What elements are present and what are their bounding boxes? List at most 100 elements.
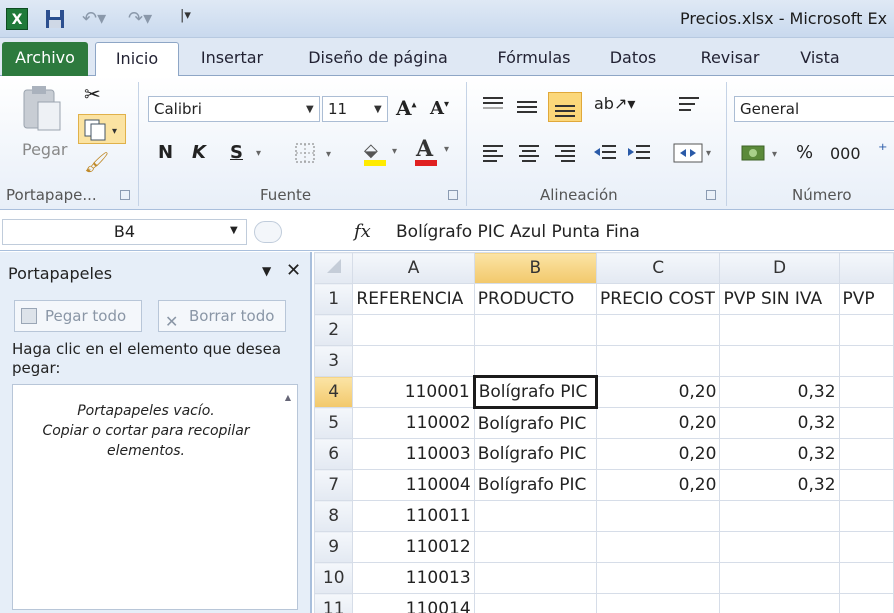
borders-icon[interactable]: ▾ <box>294 142 338 168</box>
column-header[interactable]: D <box>719 252 840 284</box>
cell[interactable]: PRECIO COST <box>595 283 721 315</box>
paste-icon[interactable] <box>20 84 64 138</box>
row-header[interactable]: 1 <box>314 283 354 315</box>
scroll-up-icon[interactable]: ▲ <box>285 393 291 402</box>
cell[interactable] <box>838 562 894 594</box>
merge-center-icon[interactable]: ▾ <box>672 140 718 170</box>
fill-color-icon[interactable]: ⬙ ▾ <box>362 138 406 172</box>
cell[interactable] <box>352 314 475 346</box>
row-header[interactable]: 2 <box>314 314 354 346</box>
cell[interactable] <box>473 562 598 594</box>
resize-handle[interactable] <box>254 221 282 243</box>
cell[interactable] <box>595 314 721 346</box>
tab-insertar[interactable]: Insertar <box>190 42 274 76</box>
cell[interactable]: PRODUCTO <box>473 283 598 315</box>
tab-inicio[interactable]: Inicio <box>95 42 179 77</box>
italic-button[interactable]: K <box>192 142 206 163</box>
wrap-text-icon[interactable] <box>676 94 702 120</box>
cell[interactable]: 110012 <box>352 531 475 563</box>
cell[interactable] <box>473 345 598 377</box>
shrink-font-icon[interactable]: A▾ <box>430 98 449 119</box>
bold-button[interactable]: N <box>158 142 173 163</box>
tab-datos[interactable]: Datos <box>600 42 666 76</box>
number-format-select[interactable]: General <box>734 96 894 122</box>
cell[interactable] <box>595 593 721 613</box>
align-left-icon[interactable] <box>480 142 506 168</box>
percent-button[interactable]: % <box>796 142 813 163</box>
grow-font-icon[interactable]: A▴ <box>396 96 417 120</box>
cell[interactable]: 110004 <box>352 469 475 501</box>
cell[interactable] <box>719 593 840 613</box>
font-launcher-icon[interactable] <box>448 190 458 200</box>
save-icon[interactable] <box>44 8 66 30</box>
row-header[interactable]: 7 <box>314 469 354 501</box>
tab-diseno-de-pagina[interactable]: Diseño de página <box>298 42 458 76</box>
cell[interactable]: 110001 <box>352 376 475 408</box>
alignment-launcher-icon[interactable] <box>706 190 716 200</box>
cell[interactable] <box>595 500 721 532</box>
cell[interactable] <box>838 376 894 408</box>
cell[interactable]: 0,20 <box>595 407 721 439</box>
cell[interactable]: 0,32 <box>719 438 840 470</box>
cell[interactable]: 110002 <box>352 407 475 439</box>
align-middle-icon[interactable] <box>514 94 540 120</box>
tab-formulas[interactable]: Fórmulas <box>484 42 584 76</box>
font-color-icon[interactable]: A ▾ <box>414 136 458 172</box>
orientation-icon[interactable]: ab↗▾ <box>594 94 635 113</box>
cell[interactable]: PVP <box>838 283 894 315</box>
align-top-icon[interactable] <box>480 94 506 120</box>
cell[interactable] <box>719 345 840 377</box>
cell[interactable]: Bolígrafo PIC <box>473 407 598 439</box>
cell[interactable]: 110003 <box>352 438 475 470</box>
font-name-select[interactable]: Calibri <box>148 96 320 122</box>
row-header[interactable]: 8 <box>314 500 354 532</box>
formula-input[interactable]: Bolígrafo PIC Azul Punta Fina <box>396 222 640 242</box>
pane-options-icon[interactable]: ▼ <box>262 264 271 278</box>
decrease-indent-icon[interactable] <box>592 142 618 168</box>
cell[interactable] <box>719 314 840 346</box>
cell[interactable] <box>838 407 894 439</box>
column-header[interactable]: B <box>473 252 598 284</box>
format-painter-icon[interactable]: 🖌 <box>84 150 109 174</box>
tab-vista[interactable]: Vista <box>790 42 850 76</box>
cell[interactable]: REFERENCIA <box>352 283 475 315</box>
cell[interactable]: 0,20 <box>595 469 721 501</box>
cell[interactable] <box>473 500 598 532</box>
cell[interactable]: Bolígrafo PIC <box>473 469 598 501</box>
cell[interactable] <box>838 469 894 501</box>
close-icon[interactable]: ✕ <box>286 260 301 281</box>
clipboard-items-list[interactable]: Portapapeles vacío. Copiar o cortar para… <box>12 384 298 610</box>
cell[interactable] <box>719 531 840 563</box>
customize-toolbar-icon[interactable]: |▾ <box>180 8 202 30</box>
column-header[interactable]: C <box>595 252 721 284</box>
cell[interactable]: 0,32 <box>719 376 840 408</box>
cell[interactable]: 110013 <box>352 562 475 594</box>
cell[interactable] <box>595 562 721 594</box>
cell[interactable]: 0,32 <box>719 407 840 439</box>
cell[interactable] <box>838 531 894 563</box>
align-bottom-icon[interactable] <box>548 92 582 122</box>
insert-function-icon[interactable]: fx <box>354 221 371 242</box>
row-header[interactable]: 9 <box>314 531 354 563</box>
name-box[interactable]: B4 <box>2 219 247 245</box>
increase-decimal-icon[interactable]: ⁺ <box>878 140 888 161</box>
cell[interactable] <box>838 314 894 346</box>
row-header[interactable]: 6 <box>314 438 354 470</box>
cell[interactable]: 110014 <box>352 593 475 613</box>
cell[interactable] <box>595 345 721 377</box>
cell[interactable] <box>719 500 840 532</box>
increase-indent-icon[interactable] <box>626 142 652 168</box>
paste-button[interactable]: Pegar <box>22 140 67 159</box>
cell[interactable]: 0,20 <box>595 438 721 470</box>
row-header[interactable]: 11 <box>314 593 354 613</box>
undo-icon[interactable]: ↶▾ <box>82 8 106 30</box>
tab-revisar[interactable]: Revisar <box>690 42 770 76</box>
align-center-icon[interactable] <box>516 142 542 168</box>
cut-icon[interactable]: ✂ <box>84 82 101 106</box>
cell[interactable] <box>838 438 894 470</box>
cell[interactable]: 0,32 <box>719 469 840 501</box>
copy-icon[interactable]: ▾ <box>78 114 126 144</box>
cell[interactable] <box>352 345 475 377</box>
cell[interactable] <box>473 593 598 613</box>
cell[interactable]: 110011 <box>352 500 475 532</box>
